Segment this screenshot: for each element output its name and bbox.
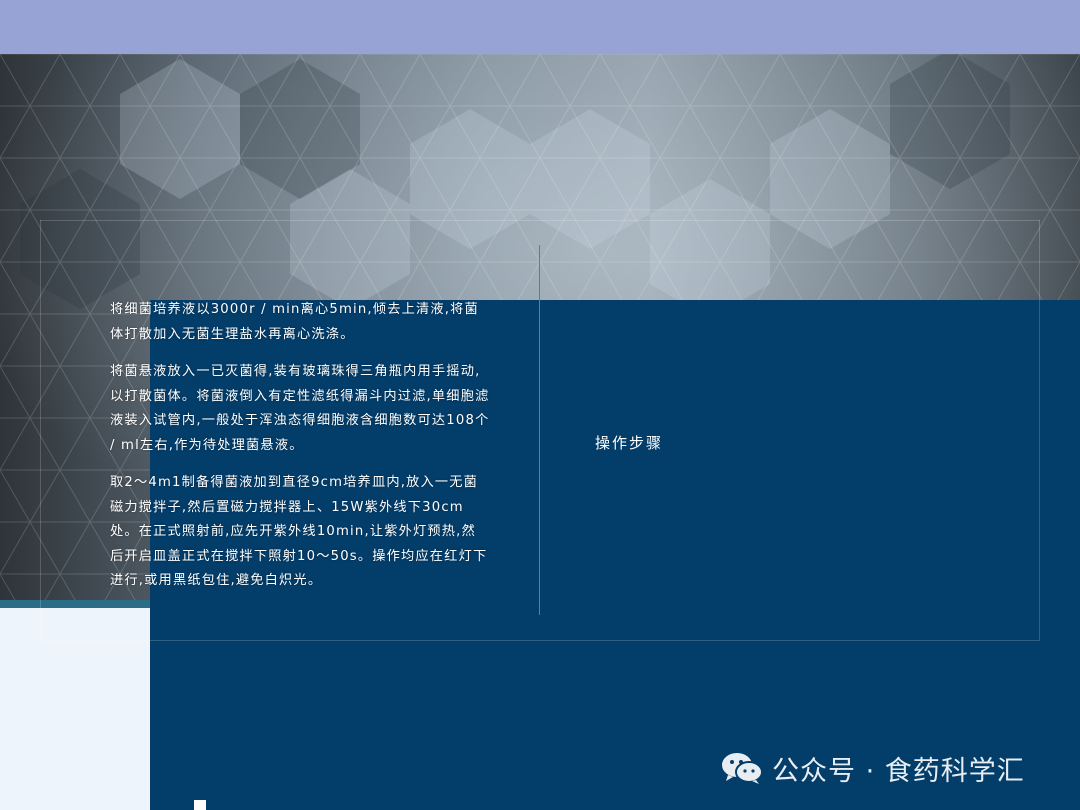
section-title: 操作步骤: [595, 434, 664, 452]
watermark-text: 公众号 · 食药科学汇: [772, 755, 1025, 787]
paragraph-suspension: 将菌悬液放入一已灭菌得,装有玻璃珠得三角瓶内用手摇动,以打散菌体。将菌液倒入有定…: [110, 364, 490, 453]
paragraph-uv-irradiation: 取2～4m1制备得菌液加到直径9cm培养皿内,放入一无菌磁力搅拌子,然后置磁力搅…: [110, 475, 488, 588]
procedure-text: 将细菌培养液以3000r / min离心5min,倾去上清液,将菌体打散加入无菌…: [110, 298, 490, 607]
column-divider: [539, 245, 540, 615]
frame-right-line: [1039, 220, 1040, 640]
wechat-icon: [722, 753, 763, 784]
frame-bottom-line: [40, 640, 1040, 641]
paragraph-centrifuge: 将细菌培养液以3000r / min离心5min,倾去上清液,将菌体打散加入无菌…: [110, 302, 479, 342]
frame-left-line: [40, 220, 41, 640]
watermark: 公众号 · 食药科学汇: [720, 748, 1025, 788]
frame-top-line: [40, 220, 1040, 221]
light-corner-block: [0, 608, 150, 810]
top-band: [0, 0, 1080, 54]
slide-marker: [194, 800, 206, 810]
